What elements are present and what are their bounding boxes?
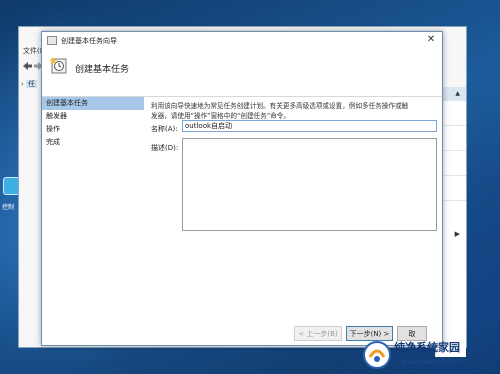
close-icon: ✕: [426, 34, 436, 45]
tree-root-item[interactable]: › 任: [21, 79, 43, 91]
step-create-basic-task[interactable]: 创建基本任务: [42, 97, 144, 110]
submenu-arrow-icon[interactable]: ▶: [455, 230, 460, 238]
close-button[interactable]: ✕: [424, 33, 438, 47]
wizard-content: 利用该向导快速地为常见任务创建计划。有关更多高级选项或设置，例如多任务操作或触发…: [148, 97, 442, 345]
task-name-input[interactable]: [182, 120, 437, 132]
back-button[interactable]: < 上一步(B): [294, 326, 342, 341]
tree-item-label: 任: [26, 80, 38, 88]
wizard-page-title: 创建基本任务: [75, 65, 130, 75]
wizard-header: 创建基本任务: [42, 48, 442, 96]
wizard-description: 利用该向导快速地为常见任务创建计划。有关更多高级选项或设置，例如多任务操作或触发…: [151, 102, 409, 120]
description-label: 描述(D):: [151, 144, 179, 152]
watermark-url: www.yidaimei.com: [402, 359, 459, 366]
desktop-icon-label: 控制: [2, 204, 15, 211]
dialog-title: 创建基本任务向导: [61, 37, 117, 45]
step-trigger[interactable]: 触发器: [42, 110, 144, 123]
site-watermark: 纯净系统家园 www.yidaimei.com: [362, 336, 500, 374]
collapse-up-icon[interactable]: ▲: [455, 90, 460, 97]
watermark-text: 纯净系统家园: [394, 341, 460, 354]
step-action[interactable]: 操作: [42, 123, 144, 136]
create-basic-task-wizard: 创建基本任务向导 ✕ 创建基本任务 创建基本任务 触发器 操作 完成 利用该向导…: [41, 31, 443, 346]
wizard-steps-list: 创建基本任务 触发器 操作 完成: [42, 97, 144, 345]
title-bar[interactable]: 创建基本任务向导 ✕: [42, 32, 442, 48]
watermark-logo-icon: [363, 341, 391, 369]
wizard-app-icon: [47, 36, 57, 45]
task-description-textarea[interactable]: [182, 138, 437, 231]
task-clock-icon: [50, 57, 67, 74]
chevron-right-icon: ›: [21, 80, 24, 88]
name-label: 名称(A):: [151, 125, 178, 133]
step-finish[interactable]: 完成: [42, 136, 144, 149]
